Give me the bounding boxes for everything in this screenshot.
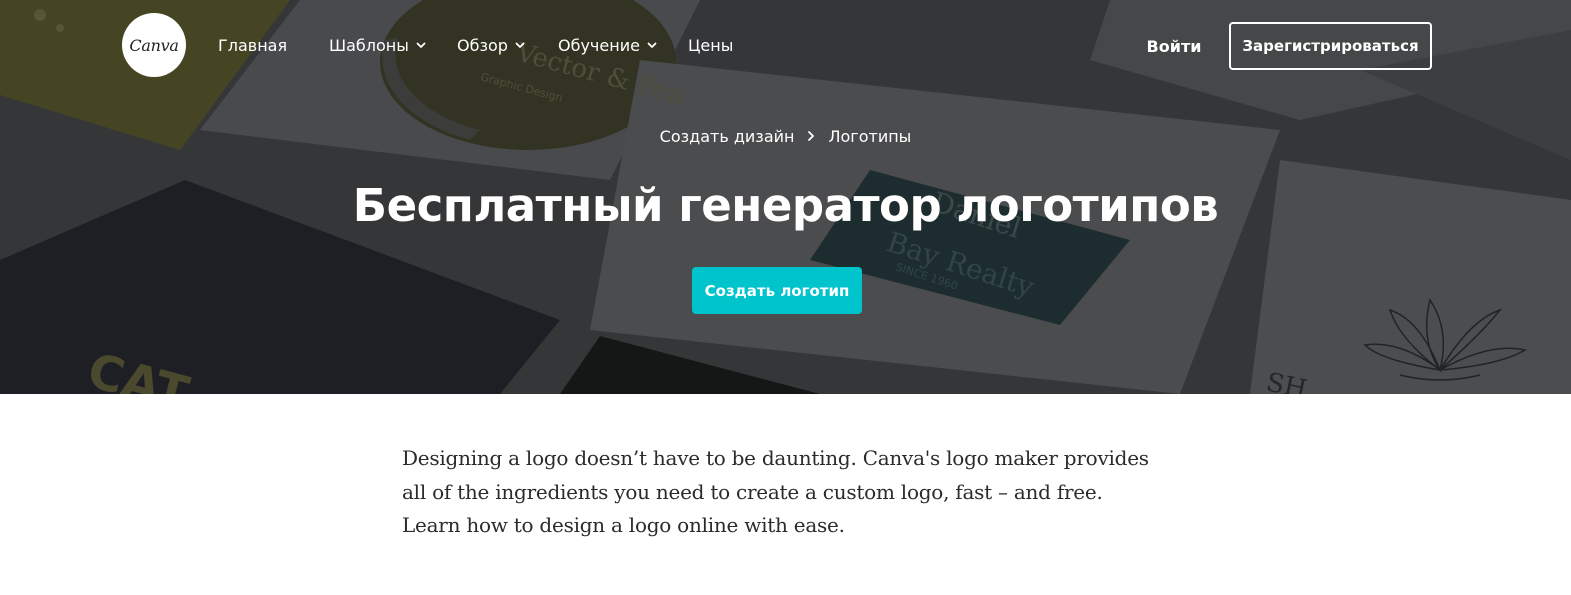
page-title: Бесплатный генератор логотипов [352,179,1219,232]
nav-item-pricing[interactable]: Цены [688,34,733,56]
chevron-down-icon [515,40,525,50]
nav-item-label: Главная [218,35,288,55]
signup-button[interactable]: Зарегистрироваться [1229,22,1432,70]
intro-line: Designing a logo doesn’t have to be daun… [402,446,1149,470]
hero-section: Vector & Pen Graphic Design Daniel Bay R… [0,0,1571,394]
intro-line: Learn how to design a logo online with e… [402,513,845,537]
chevron-down-icon [647,40,657,50]
nav-item-label: Цены [688,35,734,55]
nav-item-learn[interactable]: Обучение [558,34,657,56]
nav-item-label: Шаблоны [329,35,409,55]
breadcrumb-link-logos[interactable]: Логотипы [828,127,911,146]
chevron-down-icon [416,40,426,50]
logo-text: Canva [129,35,179,55]
nav-item-home[interactable]: Главная [218,34,287,56]
login-button[interactable]: Войти [1132,34,1216,58]
nav-item-templates[interactable]: Шаблоны [329,34,426,56]
nav-item-overview[interactable]: Обзор [457,34,525,56]
chevron-right-icon [806,130,816,142]
intro-line: all of the ingredients you need to creat… [402,479,1103,504]
intro-text: Designing a logo doesn’t have to be daun… [402,442,1162,543]
nav-item-label: Обзор [457,35,508,55]
breadcrumb: Создать дизайн Логотипы [0,124,1571,148]
top-navigation: Canva Главная Шаблоны Обзор Обучение Цен… [0,0,1571,90]
create-logo-button[interactable]: Создать логотип [692,267,862,314]
canva-logo[interactable]: Canva [122,13,186,77]
breadcrumb-link-create-design[interactable]: Создать дизайн [660,127,795,146]
nav-item-label: Обучение [558,35,640,55]
